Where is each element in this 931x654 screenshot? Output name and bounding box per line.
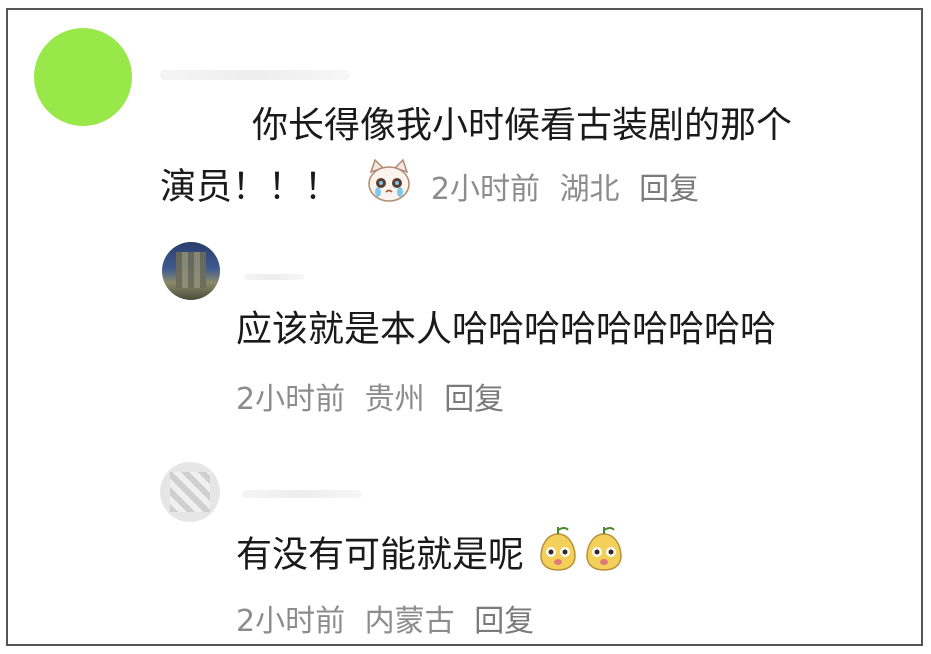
avatar-mosaic (176, 252, 206, 288)
username-blurred[interactable] (160, 70, 350, 80)
reply-item: 应该就是本人哈哈哈哈哈哈哈哈哈 2小时前 贵州 回复 (8, 230, 921, 430)
username-blurred[interactable] (244, 274, 304, 280)
reply-button[interactable]: 回复 (444, 382, 504, 417)
comment-text: 你长得像我小时候看古装剧的那个 (252, 98, 792, 154)
comment-text-line2-row: 演员！！！ 2小时前 湖北 回复 (160, 156, 709, 221)
crying-cat-emoji-icon (365, 156, 413, 221)
pear-face-emoji-icon (535, 524, 581, 589)
reply-location: 贵州 (364, 382, 425, 417)
comment-text-line1: 你长得像我小时候看古装剧的那个 (252, 105, 793, 146)
username-blurred[interactable] (242, 490, 362, 498)
reply-text-row: 有没有可能就是呢 (236, 524, 627, 589)
avatar-mosaic (170, 472, 210, 512)
comment-meta: 2小时前 湖北 回复 (431, 172, 709, 207)
reply-time: 2小时前 (236, 604, 346, 639)
reply-time: 2小时前 (236, 382, 346, 417)
comment-time: 2小时前 (430, 171, 541, 207)
comment-text-line2: 演员！！！ (160, 166, 341, 208)
reply-item: 有没有可能就是呢 2小时前 内蒙古 回复 (8, 450, 921, 646)
comment-item: 你长得像我小时候看古装剧的那个 演员！！！ 2小时前 湖北 回复 (8, 10, 921, 220)
reply-meta: 2小时前 贵州 回复 (236, 372, 514, 428)
reply-text: 应该就是本人哈哈哈哈哈哈哈哈哈 (236, 309, 777, 350)
reply-location: 内蒙古 (364, 604, 455, 639)
avatar[interactable] (34, 28, 132, 126)
comment-frame: 你长得像我小时候看古装剧的那个 演员！！！ 2小时前 湖北 回复 应该就是本人哈… (6, 8, 923, 646)
avatar[interactable] (160, 462, 220, 522)
reply-meta: 2小时前 内蒙古 回复 (236, 594, 544, 650)
reply-button[interactable]: 回复 (639, 172, 699, 207)
avatar[interactable] (162, 242, 220, 300)
reply-text: 有没有可能就是呢 (236, 534, 525, 576)
reply-button[interactable]: 回复 (474, 604, 534, 639)
pear-face-emoji-icon (581, 524, 627, 589)
comment-location: 湖北 (559, 171, 620, 207)
